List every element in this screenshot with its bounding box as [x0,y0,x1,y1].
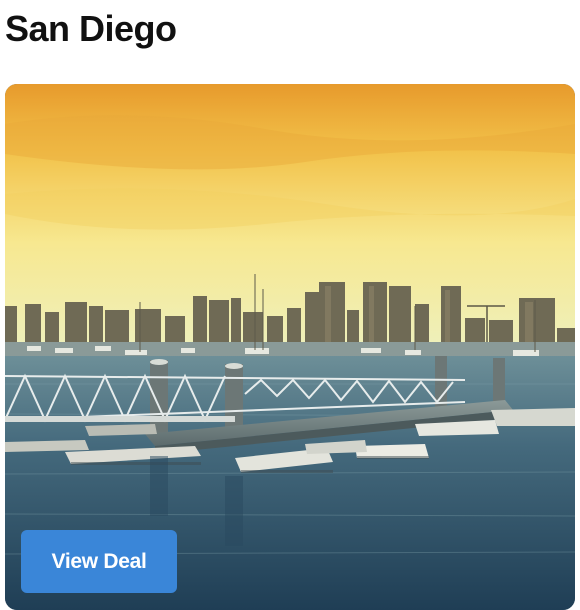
destination-title: San Diego [5,8,177,49]
deal-page: San Diego View Deal [0,0,580,610]
deal-card[interactable]: View Deal [5,84,575,610]
view-deal-button[interactable]: View Deal [21,530,177,593]
